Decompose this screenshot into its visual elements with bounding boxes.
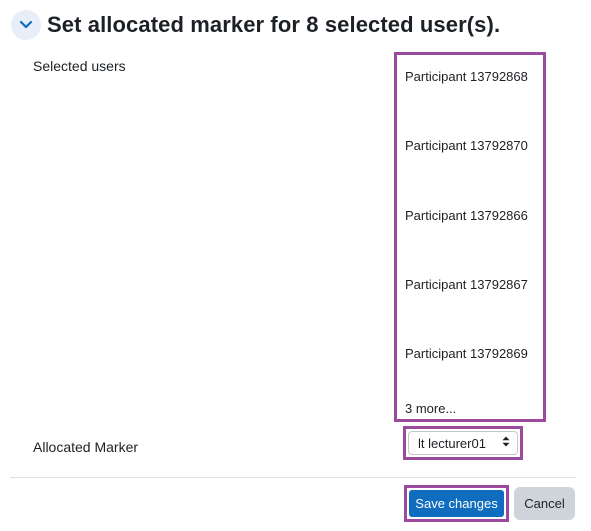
collapse-toggle[interactable] [11, 10, 41, 40]
selected-users-label: Selected users [33, 58, 126, 74]
save-changes-button[interactable]: Save changes [409, 490, 504, 517]
selected-users-list: Participant 13792868 Participant 1379287… [394, 52, 546, 422]
more-users-text: 3 more... [405, 401, 457, 416]
select-arrows-icon [502, 436, 510, 451]
save-button-highlight: Save changes [404, 485, 509, 522]
footer-divider [10, 477, 576, 478]
cancel-button[interactable]: Cancel [514, 487, 575, 520]
chevron-down-icon [19, 20, 33, 30]
list-item: Participant 13792867 [405, 277, 528, 292]
allocated-marker-highlight: lt lecturer01 [403, 426, 523, 460]
list-item: Participant 13792870 [405, 138, 528, 153]
list-item: Participant 13792866 [405, 208, 528, 223]
list-item: Participant 13792868 [405, 69, 528, 84]
list-item: Participant 13792869 [405, 346, 528, 361]
page-title: Set allocated marker for 8 selected user… [47, 12, 501, 37]
page: Set allocated marker for 8 selected user… [0, 0, 591, 531]
allocated-marker-value: lt lecturer01 [418, 435, 486, 451]
allocated-marker-label: Allocated Marker [33, 439, 139, 455]
allocated-marker-select[interactable]: lt lecturer01 [408, 431, 518, 455]
section-header: Set allocated marker for 8 selected user… [11, 9, 500, 41]
